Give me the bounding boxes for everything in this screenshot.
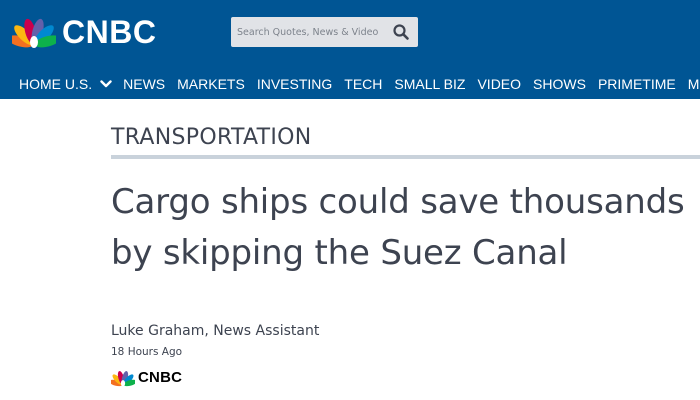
search-icon[interactable] — [392, 23, 410, 41]
nav-item-label: HOME U.S. — [19, 76, 93, 92]
cnbc-logo[interactable]: CNBC — [12, 12, 156, 52]
nav-item-news[interactable]: NEWS — [123, 76, 165, 92]
section-divider — [111, 155, 700, 159]
main-nav: HOME U.S. NEWS MARKETS INVESTING TECH SM… — [0, 74, 700, 94]
section-label[interactable]: TRANSPORTATION — [111, 124, 312, 152]
nav-item-tech[interactable]: TECH — [344, 76, 382, 92]
nav-item-markets[interactable]: MARKETS — [177, 76, 245, 92]
site-header: CNBC HOME U.S. NEWS MARKETS INVESTING TE… — [0, 0, 700, 99]
nav-item-home-us[interactable]: HOME U.S. — [19, 76, 112, 92]
peacock-small-icon — [111, 371, 135, 387]
search-input[interactable] — [231, 17, 381, 47]
nav-item-video[interactable]: VIDEO — [477, 76, 521, 92]
source-wordmark: CNBC — [138, 369, 183, 386]
nav-item-small-biz[interactable]: SMALL BIZ — [394, 76, 465, 92]
search-box — [231, 17, 418, 47]
peacock-icon — [12, 18, 56, 48]
nav-item-shows[interactable]: SHOWS — [533, 76, 586, 92]
article-headline: Cargo ships could save thousands by skip… — [111, 182, 685, 273]
nav-item-primetime[interactable]: PRIMETIME — [598, 76, 676, 92]
nav-item-more[interactable]: MORE — [688, 76, 700, 92]
logo-wordmark: CNBC — [62, 14, 157, 50]
chevron-down-icon[interactable] — [100, 79, 112, 89]
publish-timestamp: 18 Hours Ago — [111, 346, 183, 358]
nav-item-investing[interactable]: INVESTING — [257, 76, 332, 92]
source-logo: CNBC — [111, 368, 182, 388]
author-byline[interactable]: Luke Graham, News Assistant — [111, 322, 319, 340]
